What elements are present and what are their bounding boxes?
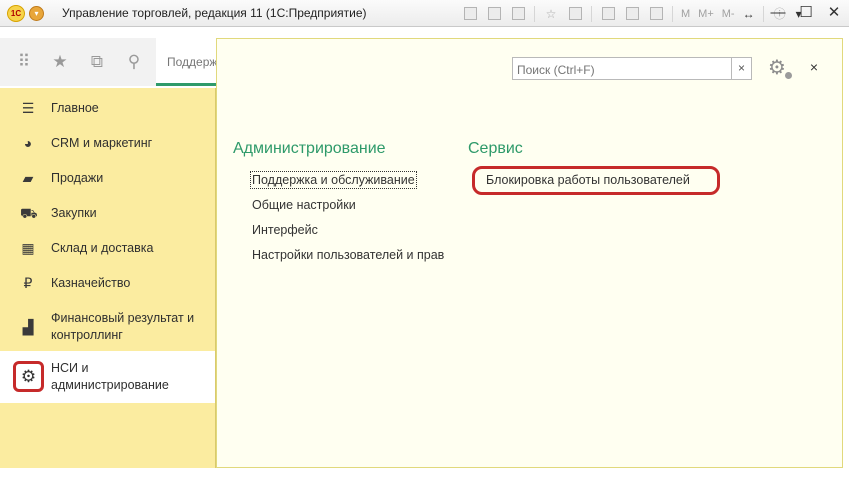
sidebar-item-admin[interactable]: ⚙ НСИ и администрирование xyxy=(0,351,215,403)
memory-button[interactable]: M xyxy=(681,8,690,20)
sidebar-item-label: Финансовый результат и контроллинг xyxy=(51,311,195,342)
section-title-administration: Администрирование xyxy=(233,140,386,157)
navigation-toolbar: ⠿ ★ ⧉ ⚲ xyxy=(0,38,156,86)
sidebar-item-sales[interactable]: ▰ Продажи xyxy=(0,168,215,188)
toolbar-divider xyxy=(534,5,535,22)
ruble-icon: ₽ xyxy=(23,275,33,291)
memory-minus-button[interactable]: M- xyxy=(722,8,735,20)
compare-icon[interactable] xyxy=(648,6,664,22)
gear-icon: ⚙ xyxy=(13,361,44,392)
sidebar-item-label: Закупки xyxy=(51,206,97,220)
cart-icon: ⛟ xyxy=(20,205,38,221)
clear-search-button[interactable]: × xyxy=(732,57,752,80)
history-icon[interactable]: ⧉ xyxy=(87,52,107,72)
bookmark-icon[interactable] xyxy=(567,6,583,22)
tab-support[interactable]: Поддерж xyxy=(156,38,218,86)
link-interface[interactable]: Интерфейс xyxy=(252,223,318,237)
sidebar-item-warehouse[interactable]: ▦ Склад и доставка xyxy=(0,238,215,258)
settings-dropdown-icon xyxy=(785,72,792,79)
apps-grid-icon[interactable]: ⠿ xyxy=(14,52,34,72)
sidebar-item-label: CRM и маркетинг xyxy=(51,136,153,150)
pie-chart-icon: ◕ xyxy=(23,135,33,151)
search-icon[interactable]: ⚲ xyxy=(124,52,144,72)
section-title-service: Сервис xyxy=(468,140,523,157)
sidebar-item-label: Склад и доставка xyxy=(51,241,154,255)
sidebar-item-label: НСИ и администрирование xyxy=(51,361,169,392)
search-input[interactable] xyxy=(512,57,732,80)
link-user-settings-rights[interactable]: Настройки пользователей и прав xyxy=(252,248,444,262)
window-title: Управление торговлей, редакция 11 (1С:Пр… xyxy=(62,6,367,20)
sidebar-item-label: Казначейство xyxy=(51,276,131,290)
sidebar-item-treasury[interactable]: ₽ Казначейство xyxy=(0,273,215,293)
print-icon[interactable] xyxy=(486,6,502,22)
title-bar: 1С ▾ Управление торговлей, редакция 11 (… xyxy=(0,0,849,27)
sidebar-item-main[interactable]: ☰ Главное xyxy=(0,98,215,118)
sidebar-item-label: Продажи xyxy=(51,171,104,185)
sidebar-item-financial-result[interactable]: ▟ Финансовый результат и контроллинг xyxy=(0,308,215,346)
app-logo-icon[interactable]: 1С xyxy=(7,5,25,22)
close-panel-button[interactable]: × xyxy=(806,58,822,76)
favorites-icon[interactable]: ☆ xyxy=(543,6,559,22)
menu-lines-icon: ☰ xyxy=(21,100,35,116)
save-icon[interactable] xyxy=(462,6,478,22)
toolbar-divider xyxy=(591,5,592,22)
tab-support-label: Поддерж xyxy=(167,55,218,69)
sidebar: ☰ Главное ◕ CRM и маркетинг ▰ Продажи ⛟ … xyxy=(0,88,216,468)
preview-icon[interactable] xyxy=(510,6,526,22)
bar-chart-icon: ▟ xyxy=(22,319,34,335)
resize-icon[interactable]: ↔ xyxy=(743,7,755,21)
calculator-icon[interactable] xyxy=(600,6,616,22)
sidebar-item-crm[interactable]: ◕ CRM и маркетинг xyxy=(0,133,215,153)
link-general-settings[interactable]: Общие настройки xyxy=(252,198,356,212)
warehouse-icon: ▦ xyxy=(21,240,35,256)
link-support-maintenance[interactable]: Поддержка и обслуживание xyxy=(250,171,417,189)
title-toolbar: ☆ M M+ M- ↔ ⓘ ▾ xyxy=(462,4,810,23)
minimize-button[interactable]: — xyxy=(768,3,788,23)
maximize-button[interactable]: ☐ xyxy=(796,3,816,23)
favorites-star-icon[interactable]: ★ xyxy=(50,52,70,72)
sidebar-item-purchases[interactable]: ⛟ Закупки xyxy=(0,203,215,223)
toolbar-divider xyxy=(672,5,673,22)
sidebar-item-label: Главное xyxy=(51,101,99,115)
link-block-users[interactable]: Блокировка работы пользователей xyxy=(486,173,690,187)
toolbar-divider xyxy=(762,5,764,22)
main-menu-icon[interactable]: ▾ xyxy=(29,6,44,21)
memory-plus-button[interactable]: M+ xyxy=(698,8,714,20)
shopping-bag-icon: ▰ xyxy=(22,170,34,186)
calendar-icon[interactable] xyxy=(624,6,640,22)
close-window-button[interactable]: ✕ xyxy=(824,3,844,23)
